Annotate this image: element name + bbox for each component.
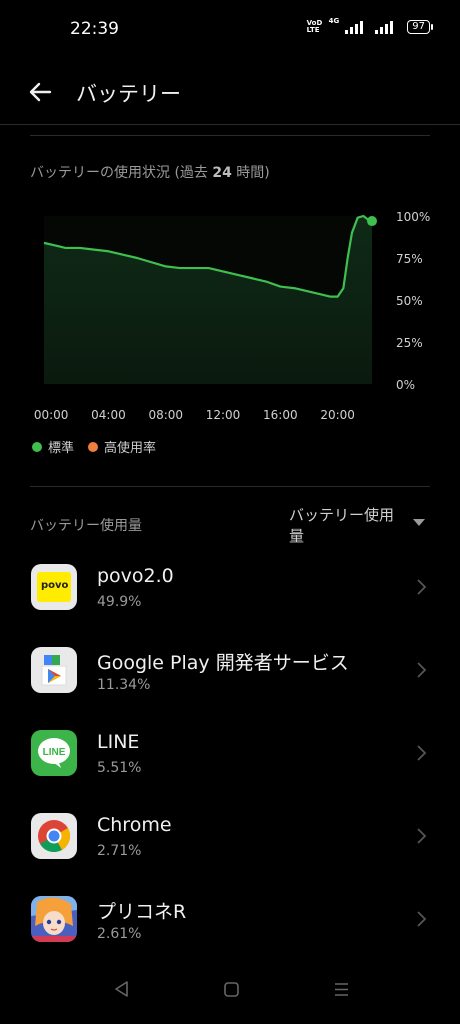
legend-item-high: 高使用率 — [88, 437, 156, 456]
status-bar: 22:39 VoD LTE 4G 97 — [0, 0, 460, 60]
priconne-icon — [31, 896, 77, 942]
legend-label-high: 高使用率 — [104, 441, 157, 456]
legend-label-normal: 標準 — [48, 441, 75, 456]
battery-screen: 22:39 VoD LTE 4G 97 バッテリー バッテリーの使用状況 (過去… — [0, 0, 460, 1024]
y-tick-label: 50% — [396, 294, 423, 308]
app-percent: 49.9% — [97, 594, 142, 610]
povo-icon: povo — [31, 564, 77, 610]
line-icon: LINE — [31, 730, 77, 776]
app-percent: 11.34% — [97, 677, 151, 693]
app-row-line[interactable]: LINE LINE 5.51% — [0, 730, 460, 810]
signal-1-icon — [345, 20, 364, 34]
app-percent: 2.71% — [97, 843, 142, 859]
page-title: バッテリー — [76, 82, 181, 106]
status-icons: VoD LTE 4G 97 — [306, 17, 433, 34]
battery-usage-title: バッテリー使用量 — [30, 518, 142, 534]
chevron-right-icon — [417, 828, 427, 844]
app-percent: 2.61% — [97, 926, 142, 942]
app-name: Chrome — [97, 814, 172, 836]
x-tick-label: 12:00 — [206, 408, 241, 422]
y-tick-label: 25% — [396, 336, 423, 350]
nav-menu-icon[interactable] — [333, 981, 350, 998]
legend-item-normal: 標準 — [32, 437, 74, 456]
x-tick-label: 00:00 — [34, 408, 69, 422]
network-type: 4G — [328, 17, 340, 25]
divider — [30, 135, 430, 136]
app-percent: 5.51% — [97, 760, 142, 776]
app-name: プリコネR — [97, 901, 187, 923]
x-tick-label: 04:00 — [91, 408, 126, 422]
chevron-right-icon — [417, 662, 427, 678]
arrow-left-icon[interactable] — [26, 78, 54, 106]
chart-legend: 標準 高使用率 — [32, 437, 156, 456]
chevron-right-icon — [417, 911, 427, 927]
x-tick-label: 16:00 — [263, 408, 298, 422]
dropdown-arrow-icon[interactable] — [413, 519, 425, 526]
navigation-bar — [0, 964, 460, 1024]
svg-text:LINE: LINE — [43, 747, 66, 758]
y-tick-label: 100% — [396, 210, 430, 224]
app-name: povo2.0 — [97, 565, 174, 587]
sort-dropdown[interactable]: バッテリー使用量 — [289, 505, 399, 547]
nav-back-icon[interactable] — [113, 980, 131, 998]
battery-icon: 97 — [407, 20, 433, 34]
app-name: Google Play 開発者サービス — [97, 652, 349, 674]
app-bar: バッテリー — [0, 60, 460, 125]
volte-icon: VoD LTE — [306, 19, 323, 34]
current-level-marker — [367, 216, 377, 227]
y-tick-label: 0% — [396, 378, 415, 392]
app-name: LINE — [97, 731, 140, 753]
nav-home-icon[interactable] — [223, 981, 240, 998]
status-time: 22:39 — [70, 19, 119, 39]
chevron-right-icon — [417, 579, 427, 595]
battery-chart[interactable]: 100% 75% 50% 25% 0% 00:00 04:00 08:00 12:00 16:0… — [0, 195, 460, 435]
x-tick-label: 20:00 — [320, 408, 355, 422]
app-row-chrome[interactable]: Chrome 2.71% — [0, 813, 460, 893]
legend-dot-high — [88, 441, 99, 452]
app-row-povo[interactable]: povo povo2.0 49.9% — [0, 564, 460, 644]
chrome-icon — [31, 813, 77, 859]
app-row-google-play-services[interactable]: Google Play 開発者サービス 11.34% — [0, 647, 460, 727]
usage-history-label: バッテリーの使用状況 (過去 24 時間) — [30, 165, 270, 181]
signal-2-icon — [375, 20, 394, 34]
chevron-right-icon — [417, 745, 427, 761]
divider — [30, 486, 430, 487]
google-play-services-icon — [31, 647, 77, 693]
y-tick-label: 75% — [396, 252, 423, 266]
legend-dot-normal — [32, 441, 42, 452]
x-tick-label: 08:00 — [148, 408, 183, 422]
